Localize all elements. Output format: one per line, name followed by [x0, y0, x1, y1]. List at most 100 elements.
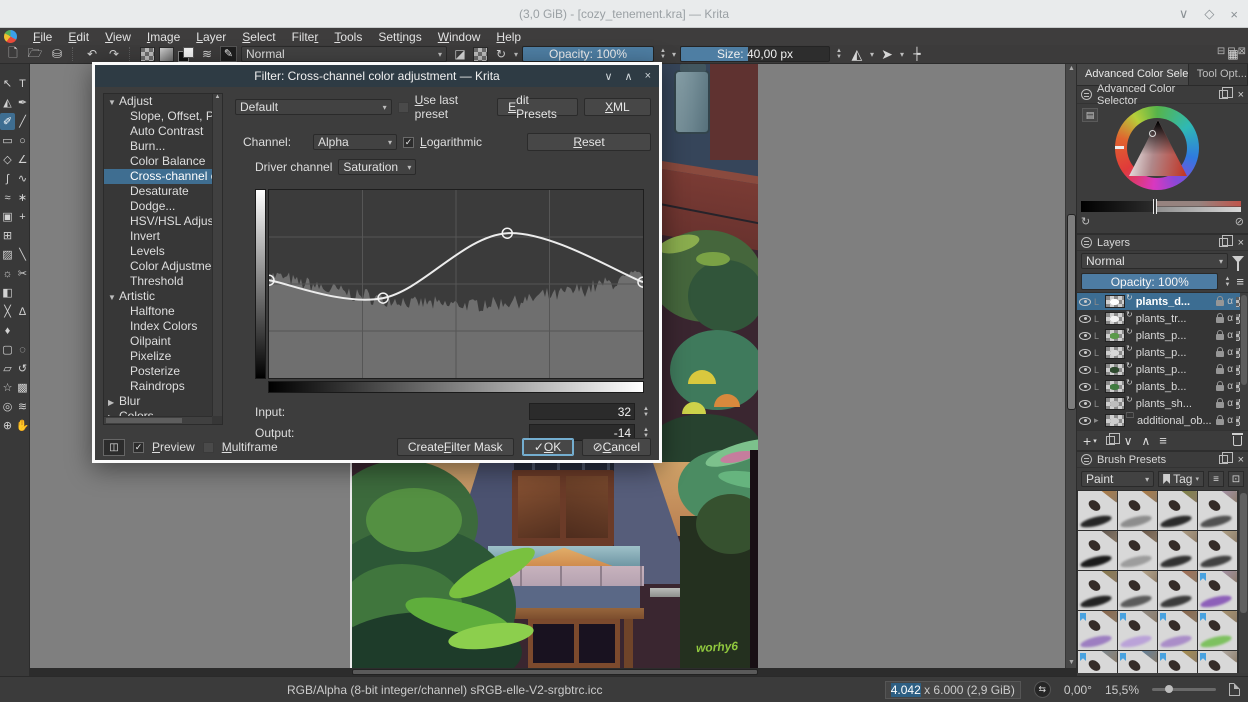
- logarithmic-checkbox[interactable]: ✓: [403, 136, 414, 148]
- filter-item[interactable]: Levels: [104, 244, 212, 259]
- menu-item-window[interactable]: Window: [430, 30, 489, 44]
- layer-name[interactable]: plants_sh...: [1136, 398, 1214, 410]
- rect-select-tool[interactable]: ▢: [0, 341, 15, 358]
- filter-category[interactable]: ▶ Blur: [104, 394, 212, 409]
- layer-opacity-slider[interactable]: Opacity: 100%: [1081, 273, 1219, 290]
- menu-item-filter[interactable]: Filter: [284, 30, 327, 44]
- reference-images-tool[interactable]: ♦: [0, 322, 15, 339]
- fg-bg-colors[interactable]: [178, 46, 194, 62]
- filter-item[interactable]: Index Colors: [104, 319, 212, 334]
- brush-presets-icon[interactable]: ≋: [198, 47, 216, 61]
- dialog-close-button[interactable]: ×: [645, 70, 651, 83]
- alpha-lock-icon[interactable]: α: [1227, 415, 1233, 426]
- float-docker-icon[interactable]: [1218, 235, 1233, 247]
- size-spinner[interactable]: ▲ ▼: [834, 48, 844, 60]
- brush-category-combo[interactable]: Paint ▾: [1081, 471, 1155, 487]
- layer-name[interactable]: plants_p...: [1136, 347, 1214, 359]
- similar-select-tool[interactable]: ☆: [0, 379, 15, 396]
- layer-row[interactable]: L ↻ plants_tr... α: [1077, 310, 1248, 327]
- layer-visibility-icon[interactable]: [1079, 314, 1091, 323]
- redo-icon[interactable]: ↷: [105, 47, 123, 61]
- preset-storage-icon[interactable]: ⊡: [1228, 471, 1244, 487]
- brush-preset[interactable]: [1118, 651, 1157, 673]
- edit-shapes-tool[interactable]: ◭: [0, 94, 15, 111]
- brush-preset[interactable]: [1078, 531, 1117, 570]
- zoom-to-fit-icon[interactable]: [1229, 683, 1240, 696]
- advanced-color-selector[interactable]: ▤ ↻ ⊘: [1077, 104, 1248, 233]
- refresh-icon[interactable]: ↻: [1081, 215, 1090, 228]
- assistants-tool[interactable]: ☼: [0, 265, 15, 282]
- canvas-vertical-scrollbar[interactable]: ▲ ▼: [1065, 64, 1076, 668]
- lock-icon[interactable]: [1216, 364, 1225, 374]
- layer-row[interactable]: L ↻ plants_p... α: [1077, 344, 1248, 361]
- bezier-curve-tool[interactable]: ∫: [0, 170, 15, 187]
- delete-layer-button[interactable]: [1232, 432, 1243, 446]
- zoom-slider[interactable]: [1152, 685, 1216, 693]
- filter-item[interactable]: Auto Contrast: [104, 124, 212, 139]
- chevron-down-icon[interactable]: ▾: [672, 50, 676, 59]
- reload-preset-icon[interactable]: ↻: [492, 47, 510, 61]
- alpha-lock-icon[interactable]: α: [1227, 381, 1233, 392]
- brush-preset[interactable]: [1118, 571, 1157, 610]
- menu-item-edit[interactable]: Edit: [60, 30, 97, 44]
- ellipse-tool[interactable]: ○: [15, 132, 30, 149]
- alpha-lock-icon[interactable]: α: [1227, 330, 1233, 341]
- filter-item[interactable]: Slope, Offset, Powe: [104, 109, 212, 124]
- float-docker-icon[interactable]: [1218, 452, 1233, 464]
- brush-preset[interactable]: [1198, 651, 1237, 673]
- selector-settings-icon[interactable]: ▤: [1082, 108, 1098, 122]
- layer-row[interactable]: ▸ 🗀 additional_ob... α: [1077, 411, 1248, 429]
- layer-visibility-icon[interactable]: [1079, 365, 1091, 374]
- layer-row[interactable]: L ↻ plants_p... α: [1077, 327, 1248, 344]
- presets-menu-icon[interactable]: ≡: [1208, 471, 1224, 487]
- move-layer-down-button[interactable]: ∨: [1124, 434, 1133, 448]
- canvas-rotation-icon[interactable]: ⇆: [1033, 681, 1051, 698]
- scroll-up-icon[interactable]: ▲: [1066, 64, 1076, 74]
- size-slider[interactable]: Size: 40,00 px: [679, 46, 830, 62]
- enclose-fill-tool[interactable]: ╳: [0, 303, 15, 320]
- menu-item-view[interactable]: View: [97, 30, 139, 44]
- save-icon[interactable]: ⛁: [48, 47, 66, 61]
- brush-preset[interactable]: [1118, 531, 1157, 570]
- menu-item-file[interactable]: File: [25, 30, 60, 44]
- transform-tool[interactable]: ▣: [0, 208, 15, 225]
- brush-editor-icon[interactable]: ✎: [220, 46, 237, 62]
- input-spinner[interactable]: ▲ ▼: [641, 406, 651, 418]
- bezier-select-tool[interactable]: ◎: [0, 398, 15, 415]
- brush-preset[interactable]: [1198, 491, 1237, 530]
- move-layer-up-button[interactable]: ∧: [1142, 434, 1151, 448]
- shade-bar-dark[interactable]: [1081, 201, 1155, 212]
- ellipse-select-tool[interactable]: ◌: [15, 341, 30, 358]
- menu-item-select[interactable]: Select: [234, 30, 283, 44]
- lock-icon[interactable]: [1216, 415, 1225, 425]
- layer-name[interactable]: plants_d...: [1136, 296, 1214, 308]
- lock-icon[interactable]: [1216, 313, 1225, 323]
- layer-visibility-icon[interactable]: [1079, 348, 1091, 357]
- filter-item[interactable]: Desaturate: [104, 184, 212, 199]
- layer-list-scrollbar[interactable]: [1240, 293, 1248, 430]
- window-close-button[interactable]: ×: [1230, 7, 1238, 22]
- new-document-icon[interactable]: 🗋: [4, 44, 22, 65]
- curve-area[interactable]: [268, 189, 644, 379]
- fuzzy-select-tool[interactable]: ≋: [15, 398, 30, 415]
- opacity-slider[interactable]: Opacity: 100%: [522, 46, 655, 62]
- brush-grid-scrollbar[interactable]: [1239, 490, 1248, 673]
- multiframe-checkbox[interactable]: ✓: [202, 441, 214, 453]
- dialog-shade-button[interactable]: ∨: [604, 70, 612, 83]
- filter-item[interactable]: Invert: [104, 229, 212, 244]
- create-filter-mask-button[interactable]: Create Filter Mask: [396, 438, 514, 456]
- gradient-tool[interactable]: ▨: [0, 246, 15, 263]
- gradient-chip[interactable]: [159, 46, 174, 62]
- filter-item[interactable]: Burn...: [104, 139, 212, 154]
- image-size-field[interactable]: 4.042 x 6.000 (2,9 GiB): [884, 680, 1021, 699]
- chevron-down-icon[interactable]: ▾: [900, 50, 904, 59]
- filter-item[interactable]: Color Balance: [104, 154, 212, 169]
- filter-list-hscrollbar[interactable]: [104, 416, 212, 424]
- pan-tool[interactable]: ✋: [15, 417, 30, 434]
- open-document-icon[interactable]: 🗁: [26, 44, 44, 65]
- line-tool[interactable]: ╱: [15, 113, 30, 130]
- polyline-tool[interactable]: ∠: [15, 151, 30, 168]
- preview-split-icon[interactable]: ◫: [103, 438, 125, 456]
- edit-presets-button[interactable]: Edit Presets: [497, 93, 578, 121]
- preserve-alpha-icon[interactable]: [473, 46, 488, 62]
